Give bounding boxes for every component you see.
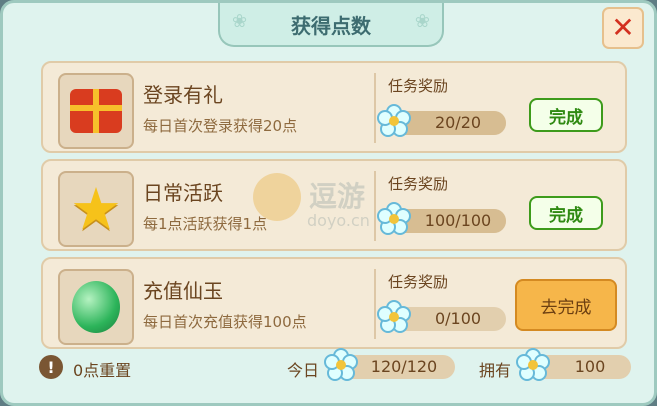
close-button[interactable]: ✕ <box>602 7 644 49</box>
reward-progress-bar: 100/100 <box>377 202 506 235</box>
footer: ! 0点重置 今日 120/120 拥有 100 <box>39 348 631 385</box>
today-points-value: 120/120 <box>370 357 438 376</box>
reward-progress-bar: 20/20 <box>377 104 506 137</box>
reward-label: 任务奖励 <box>388 175 449 193</box>
gift-icon <box>70 89 122 133</box>
task-desc: 每日首次登录获得20点 <box>143 117 298 135</box>
go-complete-button[interactable]: 去完成 <box>515 279 617 331</box>
jade-icon <box>72 281 120 333</box>
flower-icon <box>376 201 412 237</box>
task-desc: 每1点活跃获得1点 <box>143 215 268 233</box>
task-list: 登录有礼 每日首次登录获得20点 任务奖励 20/20 完成 ★ 日常活跃 每1… <box>41 61 627 355</box>
task-title: 登录有礼 <box>143 83 223 107</box>
complete-button[interactable]: 完成 <box>529 98 603 132</box>
jade-icon-box <box>58 269 134 345</box>
own-label: 拥有 <box>479 361 512 380</box>
today-label: 今日 <box>287 361 320 380</box>
today-points-bar: 120/120 <box>324 348 455 381</box>
panel-title: 获得点数 <box>218 3 444 47</box>
reward-label: 任务奖励 <box>388 77 449 95</box>
close-icon: ✕ <box>611 11 635 44</box>
progress-text: 100/100 <box>424 211 492 230</box>
owned-points-bar: 100 <box>516 348 631 381</box>
reward-progress-bar: 0/100 <box>377 300 506 333</box>
progress-text: 20/20 <box>434 113 482 132</box>
flower-icon <box>323 347 359 383</box>
task-title: 日常活跃 <box>143 181 223 205</box>
flower-icon <box>376 299 412 335</box>
reset-text: 0点重置 <box>73 361 132 380</box>
info-icon: ! <box>39 355 63 379</box>
task-row-recharge: 充值仙玉 每日首次充值获得100点 任务奖励 0/100 去完成 <box>41 257 627 349</box>
star-icon-box: ★ <box>58 171 134 247</box>
complete-button[interactable]: 完成 <box>529 196 603 230</box>
points-panel: 获得点数 ✕ 登录有礼 每日首次登录获得20点 任务奖励 20/20 完成 ★ … <box>0 0 657 406</box>
flower-icon <box>515 347 551 383</box>
task-row-active: ★ 日常活跃 每1点活跃获得1点 任务奖励 100/100 完成 <box>41 159 627 251</box>
task-row-login: 登录有礼 每日首次登录获得20点 任务奖励 20/20 完成 <box>41 61 627 153</box>
owned-points-value: 100 <box>574 357 606 376</box>
task-desc: 每日首次充值获得100点 <box>143 313 307 331</box>
task-title: 充值仙玉 <box>143 279 223 303</box>
progress-text: 0/100 <box>434 309 482 328</box>
gift-icon-box <box>58 73 134 149</box>
star-icon: ★ <box>70 175 122 243</box>
flower-icon <box>376 103 412 139</box>
reward-label: 任务奖励 <box>388 273 449 291</box>
